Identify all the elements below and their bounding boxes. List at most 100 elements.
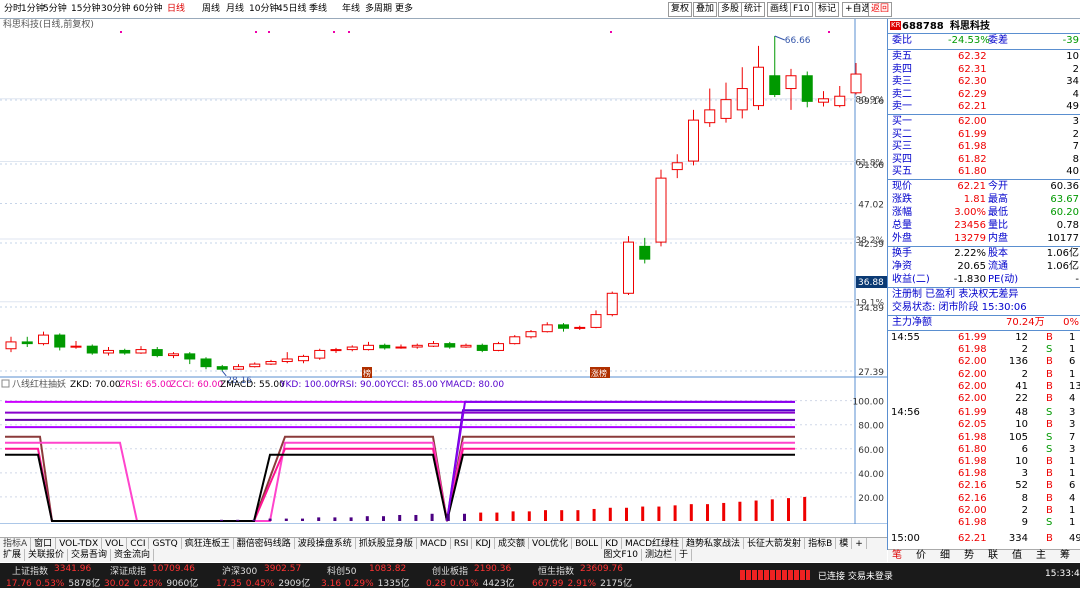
candle-body	[558, 324, 569, 329]
period-tab[interactable]: 日线	[167, 2, 185, 17]
toolbar-button[interactable]: 标记	[815, 2, 840, 17]
sidebar-tab[interactable]: 细	[940, 550, 950, 563]
macd-bar	[608, 507, 612, 521]
toolbar-button[interactable]: 画线	[767, 2, 792, 17]
indicator-tick: 20.00	[858, 494, 884, 504]
macd-bar	[511, 511, 515, 521]
bid-level-price: 61.98	[958, 141, 987, 152]
menu-tab[interactable]: 图文F10	[600, 549, 642, 561]
period-tab[interactable]: 60分钟	[133, 2, 162, 17]
menu-tab[interactable]: 测边栏	[642, 549, 676, 561]
tick-volume: 52	[1015, 480, 1028, 492]
stat2-row: 换手 2.22% 股本 1.06亿	[888, 248, 1080, 261]
market-badge: KR	[890, 21, 902, 30]
chart-svg[interactable]: 59.1651.6647.0242.3934.8927.3980.9%61.8%…	[0, 18, 887, 537]
tick-row: 61.98 3 B 1	[888, 468, 1080, 481]
toolbar-button[interactable]: 多股	[718, 2, 743, 17]
ask-level-volume: 4	[1072, 88, 1079, 100]
tick-price: 61.80	[958, 443, 987, 455]
tick-count: 4	[1069, 393, 1076, 404]
tick-row: 62.00 41 B 13	[888, 381, 1080, 394]
bid-level-volume: 40	[1066, 166, 1079, 177]
macd-bar	[544, 510, 547, 521]
index-value: 1083.82	[369, 564, 407, 574]
toolbar-button[interactable]: F10	[790, 2, 813, 17]
tick-side: B	[1046, 492, 1053, 504]
candle-body	[818, 98, 829, 103]
candle-body	[184, 353, 196, 360]
sidebar-tab[interactable]: 势	[964, 550, 974, 563]
sidebar-tab[interactable]: 联	[988, 550, 998, 563]
stat-label: 股本	[988, 248, 1008, 259]
candle-body	[151, 349, 163, 357]
sidebar-tab[interactable]: 价	[916, 550, 926, 563]
period-tab[interactable]: 多周期	[365, 2, 392, 17]
macd-bar	[479, 512, 483, 521]
macd-bar	[722, 502, 726, 521]
sep-line	[888, 330, 1080, 331]
stat-label: 最低	[988, 207, 1008, 218]
tick-side: B	[1046, 480, 1053, 492]
period-tab[interactable]: 年线	[342, 2, 360, 17]
candle-body	[281, 358, 293, 363]
period-tab[interactable]: 月线	[226, 2, 244, 17]
tick-price: 62.16	[958, 492, 987, 504]
macd-bar	[625, 507, 628, 521]
sidebar-tab[interactable]: 筹	[1060, 550, 1070, 563]
connection-status[interactable]: 已连接 交易未登录	[818, 569, 893, 582]
sidebar-tab[interactable]: 主	[1036, 550, 1046, 563]
sidebar-tab[interactable]: 值	[1012, 550, 1022, 563]
menu-tab[interactable]: 资金流向	[111, 549, 155, 561]
stat-label: 今开	[988, 181, 1008, 192]
menu-tab[interactable]: 于	[676, 549, 692, 561]
macd-bar	[738, 501, 742, 521]
macd-bar	[349, 517, 353, 521]
period-tab[interactable]: 季线	[309, 2, 327, 17]
period-toolbar: 分时 1分钟 5分钟 15分钟 30分钟 60分钟 日线 周线 月线 10分钟 45日线 季线 年线 多周…	[0, 0, 1080, 19]
macd-bar	[706, 504, 709, 521]
stock-code: 688788	[902, 21, 944, 32]
toolbar-button[interactable]: 复权	[668, 2, 693, 17]
period-tab[interactable]: 45日线	[277, 2, 306, 17]
stat-row: 涨幅 3.00% 最低 60.20	[888, 207, 1080, 220]
macd-bar	[398, 514, 402, 521]
menu-tab[interactable]: 交易吾询	[68, 549, 112, 561]
macd-bar	[284, 518, 288, 521]
indicator-param: ZCCI: 60.00	[170, 380, 223, 390]
tick-side: B	[1046, 456, 1053, 467]
period-tab[interactable]: 周线	[202, 2, 220, 17]
toolbar-button[interactable]: 统计	[741, 2, 766, 17]
period-tab[interactable]: 15分钟	[71, 2, 100, 17]
bid-level-label: 买一	[892, 116, 912, 127]
main-chart-area[interactable]: 59.16 51.66 47.02 42.39 34.89 27.39 80.9% 61.8%…	[0, 18, 887, 537]
stat-row: 外盘 13279 内盘 10177	[888, 233, 1080, 246]
period-tab[interactable]: 分时	[4, 2, 22, 17]
stat-value: 1.81	[963, 194, 986, 205]
toolbar-button[interactable]: 返回	[868, 2, 893, 17]
tick-price: 61.99	[958, 332, 987, 343]
macd-bar	[770, 499, 774, 521]
stat-label: 收益(二)	[892, 274, 930, 285]
macd-bar	[365, 516, 369, 521]
menu-tab[interactable]: 扩展	[0, 549, 26, 561]
macd-bar	[220, 519, 223, 521]
tick-volume: 9	[1021, 517, 1028, 528]
menu-tab[interactable]: 关联报价	[25, 549, 69, 561]
sidebar-tab[interactable]: 笔	[892, 550, 902, 563]
period-tab[interactable]: 更多	[395, 2, 413, 17]
toolbar-button[interactable]: 叠加	[693, 2, 718, 17]
candle-body	[460, 344, 472, 348]
period-tab[interactable]: 30分钟	[101, 2, 130, 17]
period-tab[interactable]: 10分钟	[249, 2, 278, 17]
tick-volume: 41	[1015, 380, 1028, 392]
fund-flow-label: 主力净额	[892, 317, 932, 328]
tick-volume: 8	[1021, 492, 1028, 504]
tick-price: 62.00	[958, 368, 987, 380]
candle-body	[785, 75, 797, 90]
candle-body	[314, 349, 326, 359]
tick-price: 62.00	[958, 380, 987, 392]
period-tab[interactable]: 5分钟	[43, 2, 67, 17]
signal-dot	[610, 31, 612, 33]
tick-time: 15:00	[891, 533, 920, 545]
period-tab[interactable]: 1分钟	[21, 2, 45, 17]
